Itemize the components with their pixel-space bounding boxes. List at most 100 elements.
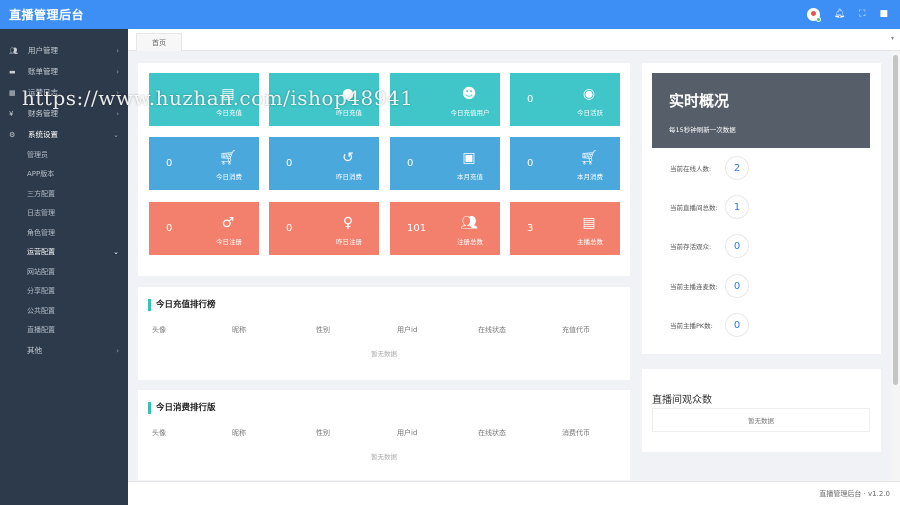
bell-icon[interactable]: 🔔︎	[834, 10, 845, 19]
fullscreen-icon[interactable]: ⛶	[859, 10, 865, 19]
stat-label: 今日活跃	[577, 109, 603, 117]
table-header: 头像 昵称 性别 用户id 在线状态 消费代币	[138, 428, 630, 440]
female-icon: ♀	[342, 215, 354, 231]
realtime-row-rooms: 当前直播间总数: 1	[670, 195, 749, 219]
realtime-value: 1	[725, 195, 749, 219]
stat-value: 0	[527, 94, 534, 105]
realtime-value: 0	[725, 313, 749, 337]
users-icon: 👥︎	[9, 46, 18, 55]
stat-value: 0	[407, 158, 414, 169]
chevron-right-icon: ›	[116, 46, 119, 55]
stat-value: 3	[527, 223, 534, 234]
realtime-value: 0	[725, 274, 749, 298]
stat-label: 主播总数	[577, 238, 603, 246]
stat-label: 注册总数	[457, 238, 483, 246]
column-header: 在线状态	[478, 429, 506, 437]
realtime-subtitle: 每15秒钟刷新一次数据	[669, 126, 736, 134]
empty-state: 暂无数据	[652, 408, 870, 432]
stat-label: 今日充值用户	[450, 109, 490, 117]
stat-card-yesterday-register[interactable]: 0 ♀ 昨日注册	[269, 202, 379, 255]
stat-value: 0	[286, 223, 293, 234]
empty-state: 暂无数据	[371, 350, 397, 358]
scrollbar-thumb[interactable]	[893, 55, 898, 385]
chevron-down-icon: ⌄	[113, 130, 119, 139]
realtime-row-online: 当前在线人数: 2	[670, 156, 749, 180]
sidebar-item-other[interactable]: 其他 ›	[0, 340, 128, 361]
sidebar-subitem-site-config[interactable]: 网站配置	[0, 262, 128, 282]
sidebar-subgroup-operations[interactable]: 运营配置 ⌄	[0, 243, 128, 263]
realtime-title: 实时概况	[669, 92, 730, 110]
sidebar-item-settings[interactable]: ⚙ 系统设置 ⌄	[0, 124, 128, 145]
stat-card-month-consume[interactable]: 0 🛒︎ 本月消费	[510, 137, 620, 190]
sidebar-subitem-log-manage[interactable]: 日志管理	[0, 204, 128, 224]
stat-card-month-recharge[interactable]: 0 ▣ 本月充值	[390, 137, 500, 190]
stat-label: 本月充值	[457, 173, 483, 181]
section-title: 今日充值排行榜	[148, 299, 216, 311]
user-avatar[interactable]	[806, 8, 821, 22]
sidebar-subitem-live-config[interactable]: 直播配置	[0, 321, 128, 341]
calendar-icon: ▦	[9, 88, 16, 97]
column-header: 昵称	[232, 326, 246, 334]
realtime-row-pk: 当前主播PK数: 0	[670, 313, 749, 337]
contact-card-icon: ▤	[582, 215, 596, 231]
consume-ranking-panel: 今日消费排行版 头像 昵称 性别 用户id 在线状态 消费代币 暂无数据	[138, 390, 630, 480]
column-header: 用户id	[397, 326, 418, 334]
sidebar-subitem-third-party[interactable]: 三方配置	[0, 184, 128, 204]
cart-icon: 🛒︎	[219, 150, 237, 166]
users-icon: 👥︎	[460, 215, 478, 231]
page-scrollbar[interactable]	[891, 51, 900, 481]
realtime-header: 实时概况 每15秒钟刷新一次数据	[652, 73, 870, 148]
stat-label: 昨日消费	[336, 173, 362, 181]
stat-card-today-consume[interactable]: 0 🛒︎ 今日消费	[149, 137, 259, 190]
realtime-row-viewers: 当前存活观众: 0	[670, 234, 749, 258]
chevron-right-icon: ›	[116, 346, 119, 355]
chevron-down-icon[interactable]: ▾	[891, 35, 894, 42]
sidebar-subitem-app-version[interactable]: APP版本	[0, 165, 128, 185]
column-header: 头像	[152, 429, 166, 437]
stat-label: 今日消费	[216, 173, 242, 181]
app-title: 直播管理后台	[9, 8, 85, 22]
sidebar-subitem-admin[interactable]: 管理员	[0, 145, 128, 165]
empty-state: 暂无数据	[371, 453, 397, 461]
yen-icon: ¥	[9, 109, 14, 118]
male-icon: ♂	[221, 215, 235, 231]
realtime-value: 0	[725, 234, 749, 258]
room-viewers-panel: 直播间观众数 暂无数据	[642, 369, 881, 452]
stat-value: 0	[286, 158, 293, 169]
column-header: 在线状态	[478, 326, 506, 334]
stat-value: 0	[166, 158, 173, 169]
column-header: 性别	[316, 429, 330, 437]
footer-text: 直播管理后台 · v1.2.0	[819, 490, 890, 498]
sidebar-item-users[interactable]: 👥︎ 用户管理 ›	[0, 40, 128, 61]
tab-home[interactable]: 首页	[136, 33, 182, 51]
stat-card-today-register[interactable]: 0 ♂ 今日注册	[149, 202, 259, 255]
section-title: 今日消费排行版	[148, 402, 216, 414]
sidebar-subitem-share-config[interactable]: 分享配置	[0, 282, 128, 302]
cart-icon: 🛒︎	[580, 150, 598, 166]
sidebar-item-bills[interactable]: ▬ 账单管理 ›	[0, 61, 128, 82]
column-header: 性别	[316, 326, 330, 334]
stat-card-today-active[interactable]: 0 ◉ 今日活跃	[510, 73, 620, 126]
realtime-overview-panel: 实时概况 每15秒钟刷新一次数据 当前在线人数: 2 当前直播间总数: 1 当前…	[642, 63, 881, 354]
user-circle-icon: ◉	[582, 86, 596, 102]
table-header: 头像 昵称 性别 用户id 在线状态 充值代币	[138, 325, 630, 337]
online-dot	[815, 17, 821, 22]
gear-icon: ⚙	[9, 130, 16, 139]
chevron-right-icon: ›	[116, 67, 119, 76]
stat-card-total-anchors[interactable]: 3 ▤ 主播总数	[510, 202, 620, 255]
sidebar-subitem-public-config[interactable]: 公共配置	[0, 301, 128, 321]
chevron-down-icon: ⌄	[113, 248, 119, 257]
stat-card-total-register[interactable]: 101 👥︎ 注册总数	[390, 202, 500, 255]
column-header: 昵称	[232, 429, 246, 437]
stat-card-yesterday-consume[interactable]: 0 ↺ 昨日消费	[269, 137, 379, 190]
video-icon: ▬	[9, 67, 16, 76]
stat-label: 本月消费	[577, 173, 603, 181]
top-navbar: 直播管理后台 🔔︎ ⛶ ■	[0, 0, 900, 29]
column-header: 充值代币	[562, 326, 590, 334]
column-header: 消费代币	[562, 429, 590, 437]
column-header: 头像	[152, 326, 166, 334]
square-icon[interactable]: ■	[879, 10, 888, 19]
recharge-ranking-panel: 今日充值排行榜 头像 昵称 性别 用户id 在线状态 充值代币 暂无数据	[138, 287, 630, 380]
stat-value: 0	[166, 223, 173, 234]
sidebar-subitem-roles[interactable]: 角色管理	[0, 223, 128, 243]
